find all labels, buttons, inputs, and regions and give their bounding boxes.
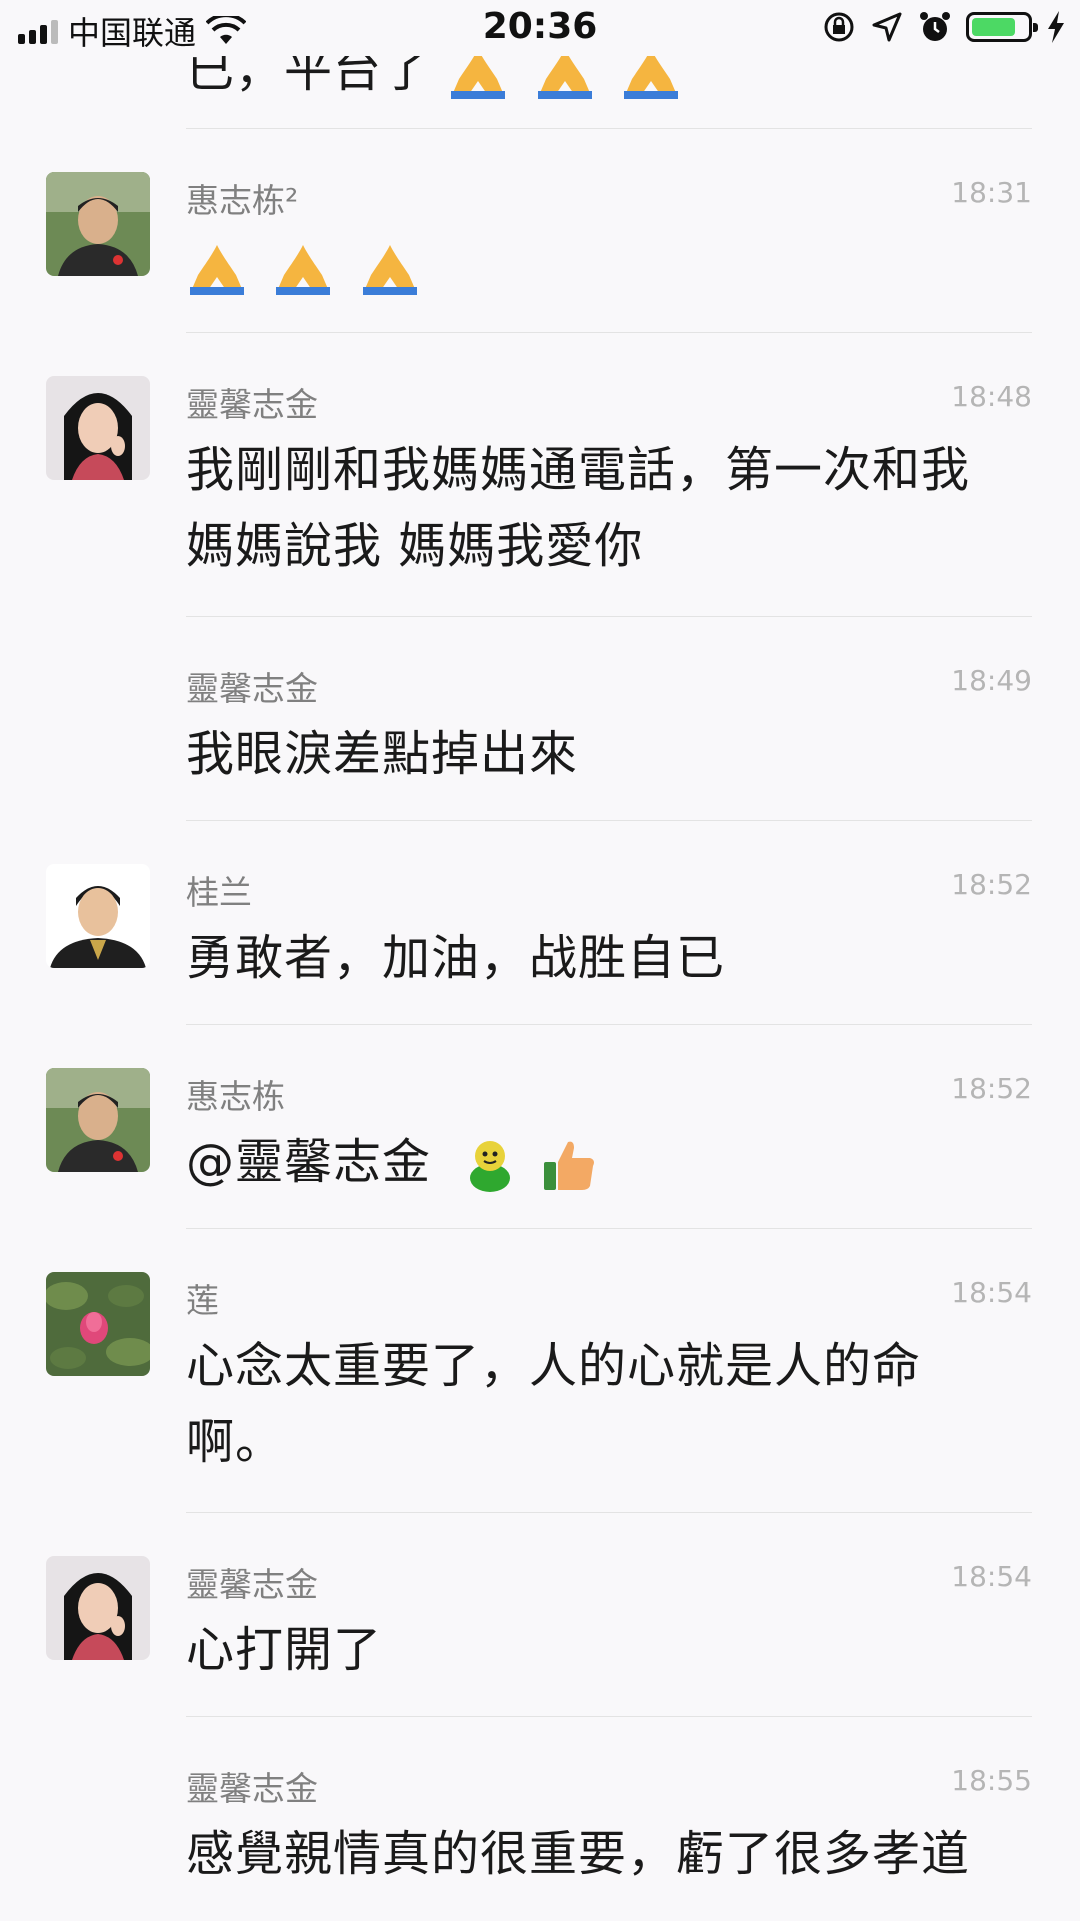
divider [186, 1716, 1032, 1717]
message-body: @靈馨志金 [186, 1124, 1016, 1200]
chat-message[interactable]: 桂兰 18:52 勇敢者，加油，战胜自已 [0, 828, 1080, 1024]
message-text: 我剛剛和我媽媽通電話，第一次和我媽媽說我 媽媽我愛你 [186, 442, 971, 574]
praying-hands-icon [276, 245, 331, 295]
chat-message[interactable]: 惠志栋² 18:31 [0, 136, 1080, 332]
mention-text[interactable]: @靈馨志金 [186, 1134, 431, 1190]
avatar[interactable] [46, 1556, 150, 1660]
praying-hands-icon [362, 245, 417, 295]
status-right [822, 10, 1066, 44]
battery-icon [966, 12, 1038, 42]
message-body [186, 228, 1016, 304]
sender-name: 惠志栋 [186, 1077, 285, 1116]
sender-name: 莲 [186, 1281, 219, 1320]
avatar-man-image [46, 1068, 150, 1172]
thumbs-up-icon [543, 1141, 594, 1190]
divider [186, 820, 1032, 821]
avatar-guilan-image [46, 864, 150, 968]
chat-message[interactable]: 惠志栋 18:52 @靈馨志金 [0, 1032, 1080, 1228]
avatar[interactable] [46, 172, 150, 276]
message-text: 心念太重要了，人的心就是人的命啊。 [186, 1338, 922, 1470]
avatar[interactable] [46, 1272, 150, 1376]
avatar-man-image [46, 172, 150, 276]
sender-name: 靈馨志金 [186, 385, 318, 424]
chat-message[interactable]: 靈馨志金 18:54 心打開了 [0, 1520, 1080, 1716]
sender-name: 惠志栋² [186, 181, 299, 220]
orientation-lock-icon [824, 12, 854, 42]
message-time: 18:52 [951, 1072, 1032, 1105]
message-text: 勇敢者，加油，战胜自已 [186, 930, 726, 986]
message-text: 感覺親情真的很重要，虧了很多孝道 [186, 1826, 971, 1882]
avatar[interactable] [46, 1068, 150, 1172]
sender-name: 靈馨志金 [186, 1769, 318, 1808]
chat-message[interactable]: 靈馨志金 18:55 感覺親情真的很重要，虧了很多孝道 [0, 1724, 1080, 1921]
alarm-icon [920, 12, 950, 41]
message-text: 我眼淚差點掉出來 [186, 726, 579, 782]
divider [186, 1512, 1032, 1513]
message-time: 18:31 [951, 176, 1032, 209]
divider [186, 1228, 1032, 1229]
sender-name: 靈馨志金 [186, 1565, 318, 1604]
charging-bolt-icon [1048, 11, 1064, 43]
divider [186, 616, 1032, 617]
green-figure-icon [470, 1141, 511, 1192]
praying-hands-icon [190, 245, 244, 295]
message-time: 18:52 [951, 868, 1032, 901]
chat-message[interactable]: 靈馨志金 18:48 我剛剛和我媽媽通電話，第一次和我媽媽說我 媽媽我愛你 [0, 340, 1080, 616]
location-arrow-icon [872, 12, 902, 42]
sender-name: 桂兰 [186, 873, 252, 912]
avatar[interactable] [46, 376, 150, 480]
avatar-lotus-image [46, 1272, 150, 1376]
chat-message[interactable]: 莲 18:54 心念太重要了，人的心就是人的命啊。 [0, 1236, 1080, 1512]
status-bar: 中国联通 20:36 [0, 0, 1080, 56]
chat-message[interactable]: 靈馨志金 18:49 我眼淚差點掉出來 [0, 624, 1080, 820]
message-text: 心打開了 [186, 1622, 383, 1678]
divider [186, 1024, 1032, 1025]
message-time: 18:49 [951, 664, 1032, 697]
message-time: 18:54 [951, 1276, 1032, 1309]
avatar-woman-image [46, 1556, 150, 1660]
avatar[interactable] [46, 864, 150, 968]
divider [186, 332, 1032, 333]
message-time: 18:54 [951, 1560, 1032, 1593]
message-time: 18:48 [951, 380, 1032, 413]
sender-name: 靈馨志金 [186, 669, 318, 708]
divider [186, 128, 1032, 129]
avatar-woman-image [46, 376, 150, 480]
message-time: 18:55 [951, 1764, 1032, 1797]
